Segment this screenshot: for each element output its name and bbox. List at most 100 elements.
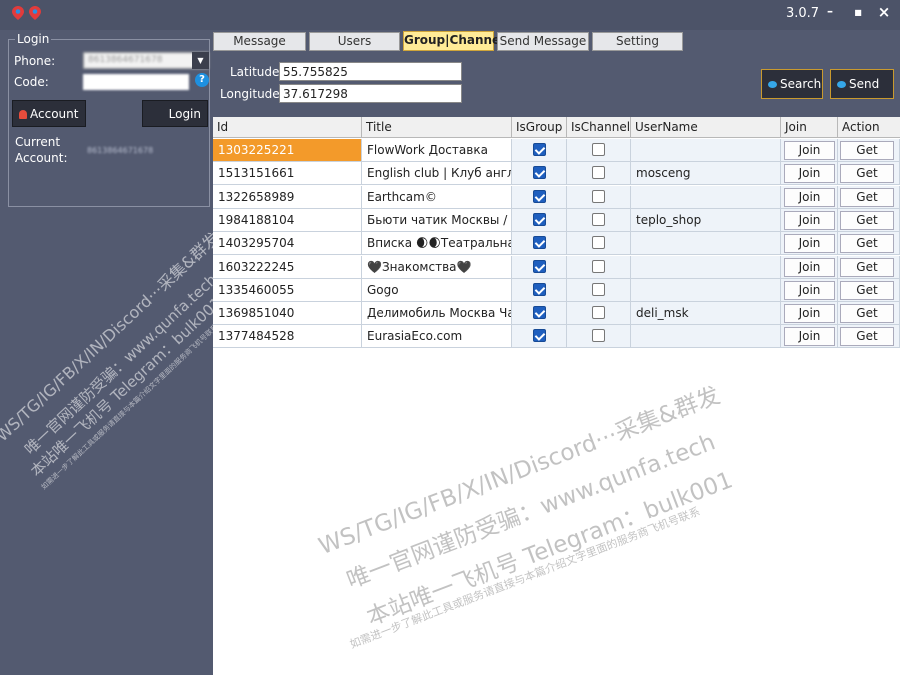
column-header-title[interactable]: Title [362,117,512,138]
cell-id[interactable]: 1303225221 [213,139,362,162]
join-button[interactable]: Join [784,327,835,347]
ischannel-checkbox[interactable] [592,212,605,226]
cell-title[interactable]: Вписка 🌒🌒Театральная [362,232,512,256]
cell-username[interactable] [631,278,781,302]
cell-isgroup[interactable] [512,302,567,326]
isgroup-checkbox[interactable] [533,189,546,203]
isgroup-checkbox[interactable] [533,329,546,343]
cell-title[interactable]: 🖤Знакомства🖤 [362,255,512,279]
isgroup-checkbox[interactable] [533,212,546,226]
cell-ischannel[interactable] [567,208,631,232]
ischannel-checkbox[interactable] [592,329,605,343]
ischannel-checkbox[interactable] [592,282,605,296]
column-header-join[interactable]: Join [781,117,838,138]
cell-ischannel[interactable] [567,162,631,186]
table-row[interactable]: 1603222245 🖤Знакомства🖤 Join Get [213,255,900,279]
tab-setting[interactable]: Setting [592,32,683,51]
column-header-isgroup[interactable]: IsGroup [512,117,567,138]
cell-title[interactable]: Gogo [362,278,512,302]
tab-users[interactable]: Users [309,32,400,51]
login-button[interactable]: Login [142,100,208,127]
get-button[interactable]: Get [840,141,894,160]
get-button[interactable]: Get [840,234,894,254]
cell-ischannel[interactable] [567,278,631,302]
cell-id[interactable]: 1403295704 [213,232,362,256]
cell-isgroup[interactable] [512,232,567,256]
cell-ischannel[interactable] [567,232,631,256]
latitude-input[interactable] [279,62,462,81]
ischannel-checkbox[interactable] [592,189,605,203]
table-row[interactable]: 1322658989 Earthcam© Join Get [213,185,900,209]
ischannel-checkbox[interactable] [592,236,605,250]
help-icon[interactable]: ? [195,73,209,87]
ischannel-checkbox[interactable] [592,166,605,180]
isgroup-checkbox[interactable] [533,166,546,180]
cell-username[interactable]: teplo_shop [631,208,781,232]
cell-id[interactable]: 1369851040 [213,302,362,326]
cell-id[interactable]: 1984188104 [213,208,362,232]
cell-username[interactable] [631,185,781,209]
cell-username[interactable] [631,255,781,279]
table-row[interactable]: 1513151661English club | Клуб англи... mo… [213,162,900,186]
cell-isgroup[interactable] [512,255,567,279]
ischannel-checkbox[interactable] [592,143,605,156]
cell-id[interactable]: 1322658989 [213,185,362,209]
cell-title[interactable]: Делимобиль Москва Чат [362,302,512,326]
join-button[interactable]: Join [784,257,835,277]
cell-ischannel[interactable] [567,185,631,209]
cell-title[interactable]: FlowWork Доставка [362,139,512,162]
cell-title[interactable]: Earthcam© [362,185,512,209]
table-row[interactable]: 1403295704 Вписка 🌒🌒Театральная Join Get [213,232,900,256]
get-button[interactable]: Get [840,187,894,207]
maximize-button[interactable]: ■ [848,8,868,17]
isgroup-checkbox[interactable] [533,236,546,250]
isgroup-checkbox[interactable] [533,143,546,156]
ischannel-checkbox[interactable] [592,306,605,320]
code-input[interactable] [83,74,189,90]
cell-id[interactable]: 1603222245 [213,255,362,279]
column-header-action[interactable]: Action [838,117,900,138]
cell-isgroup[interactable] [512,139,567,162]
close-button[interactable]: × [874,3,894,21]
table-row[interactable]: 1984188104Бьюти чатик Москвы / Б... teplo… [213,208,900,232]
table-row[interactable]: 1369851040 Делимобиль Москва Чат deli_msk J… [213,302,900,326]
join-button[interactable]: Join [784,304,835,324]
column-header-ischannel[interactable]: IsChannel [567,117,631,138]
get-button[interactable]: Get [840,210,894,230]
cell-isgroup[interactable] [512,278,567,302]
table-row[interactable]: 1377484528 EurasiaEco.com Join Get [213,325,900,349]
tab-send-message[interactable]: Send Message [497,32,589,51]
cell-ischannel[interactable] [567,139,631,162]
cell-username[interactable] [631,232,781,256]
table-row[interactable]: 1303225221 FlowWork Доставка Join Get [213,139,900,162]
ischannel-checkbox[interactable] [592,259,605,273]
send-button[interactable]: Send [830,69,894,99]
cell-title[interactable]: English club | Клуб англи... [362,162,512,186]
cell-username[interactable]: mosceng [631,162,781,186]
longitude-input[interactable] [279,84,462,103]
column-header-username[interactable]: UserName [631,117,781,138]
cell-isgroup[interactable] [512,208,567,232]
get-button[interactable]: Get [840,280,894,300]
cell-ischannel[interactable] [567,325,631,349]
join-button[interactable]: Join [784,234,835,254]
isgroup-checkbox[interactable] [533,259,546,273]
cell-isgroup[interactable] [512,185,567,209]
account-button[interactable]: Account [12,100,86,127]
cell-id[interactable]: 1513151661 [213,162,362,186]
cell-id[interactable]: 1377484528 [213,325,362,349]
cell-title[interactable]: Бьюти чатик Москвы / Б... [362,208,512,232]
isgroup-checkbox[interactable] [533,306,546,320]
tab-group-channel[interactable]: Group|Channel [403,31,504,51]
search-button[interactable]: Search [761,69,823,99]
get-button[interactable]: Get [840,327,894,347]
cell-isgroup[interactable] [512,325,567,349]
get-button[interactable]: Get [840,164,894,184]
cell-username[interactable] [631,325,781,349]
cell-username[interactable]: deli_msk [631,302,781,326]
phone-select[interactable]: 8613864671678 [83,52,209,69]
join-button[interactable]: Join [784,141,835,160]
isgroup-checkbox[interactable] [533,282,546,296]
chevron-down-icon[interactable]: ▼ [192,52,209,69]
join-button[interactable]: Join [784,210,835,230]
